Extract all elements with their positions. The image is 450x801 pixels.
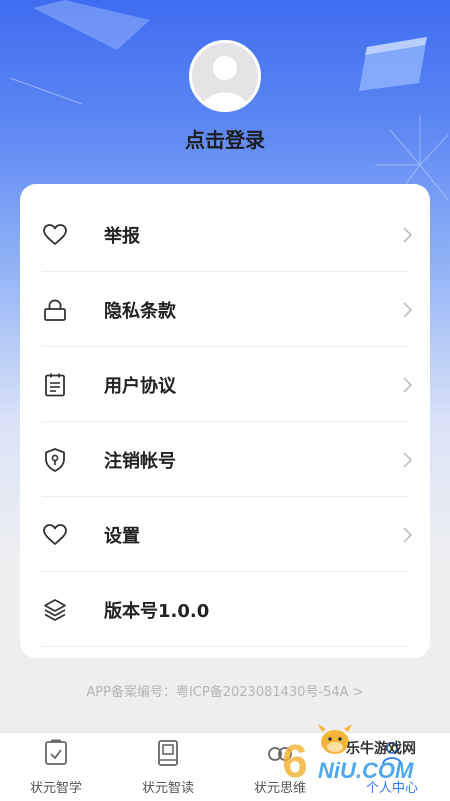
menu-item-report[interactable]: 举报 bbox=[42, 197, 413, 272]
chevron-right-icon bbox=[403, 526, 413, 543]
chevron-right-icon bbox=[403, 376, 413, 393]
avatar[interactable] bbox=[189, 40, 261, 112]
menu-item-privacy[interactable]: 隐私条款 bbox=[42, 272, 413, 347]
document-icon bbox=[45, 373, 65, 396]
shield-icon bbox=[45, 447, 65, 472]
check-document-icon bbox=[45, 739, 67, 765]
settings-menu-card: 举报 隐私条款 用户协议 注销帐号 设置 版本号1.0.0 bbox=[20, 184, 430, 658]
icp-record-link[interactable]: APP备案编号：粤ICP备2023081430号-54A > bbox=[0, 681, 450, 700]
tab-zhuangyuan-zhidu[interactable]: 状元智读 bbox=[112, 733, 224, 801]
book-icon bbox=[158, 740, 178, 766]
tab-label: 状元智学 bbox=[29, 781, 82, 796]
menu-item-label: 设置 bbox=[104, 525, 140, 547]
menu-item-label: 举报 bbox=[104, 225, 140, 247]
menu-item-version: 版本号1.0.0 bbox=[42, 572, 408, 647]
watermark-digit: 6 bbox=[282, 735, 308, 787]
menu-item-user-agreement[interactable]: 用户协议 bbox=[42, 347, 413, 422]
default-avatar-icon bbox=[202, 56, 248, 109]
site-watermark: 6 乐牛游戏网 NiU.COM bbox=[280, 712, 450, 800]
tab-label: 状元智读 bbox=[141, 781, 194, 796]
paper-decoration-icon bbox=[33, 0, 150, 50]
menu-item-delete-account[interactable]: 注销帐号 bbox=[42, 422, 413, 497]
menu-item-label: 隐私条款 bbox=[104, 300, 176, 322]
watermark-brand: 乐牛游戏网 bbox=[346, 741, 416, 757]
watermark-logo-text: NiU.COM bbox=[318, 758, 414, 783]
layers-icon bbox=[44, 598, 66, 621]
shooting-star-decoration-icon bbox=[9, 77, 83, 105]
login-link[interactable]: 点击登录 bbox=[0, 124, 450, 153]
menu-item-settings[interactable]: 设置 bbox=[42, 497, 413, 572]
chevron-right-icon bbox=[403, 301, 413, 318]
heart-icon bbox=[43, 523, 67, 545]
divider bbox=[42, 646, 408, 647]
lock-icon bbox=[44, 299, 66, 321]
menu-item-label: 注销帐号 bbox=[104, 450, 176, 472]
heart-icon bbox=[43, 223, 67, 245]
chevron-right-icon bbox=[403, 451, 413, 468]
book-decoration-icon bbox=[359, 37, 427, 91]
tab-zhuangyuan-zhixue[interactable]: 状元智学 bbox=[0, 733, 112, 801]
menu-item-label: 用户协议 bbox=[104, 375, 176, 397]
chevron-right-icon bbox=[403, 226, 413, 243]
version-label: 版本号1.0.0 bbox=[104, 600, 210, 622]
